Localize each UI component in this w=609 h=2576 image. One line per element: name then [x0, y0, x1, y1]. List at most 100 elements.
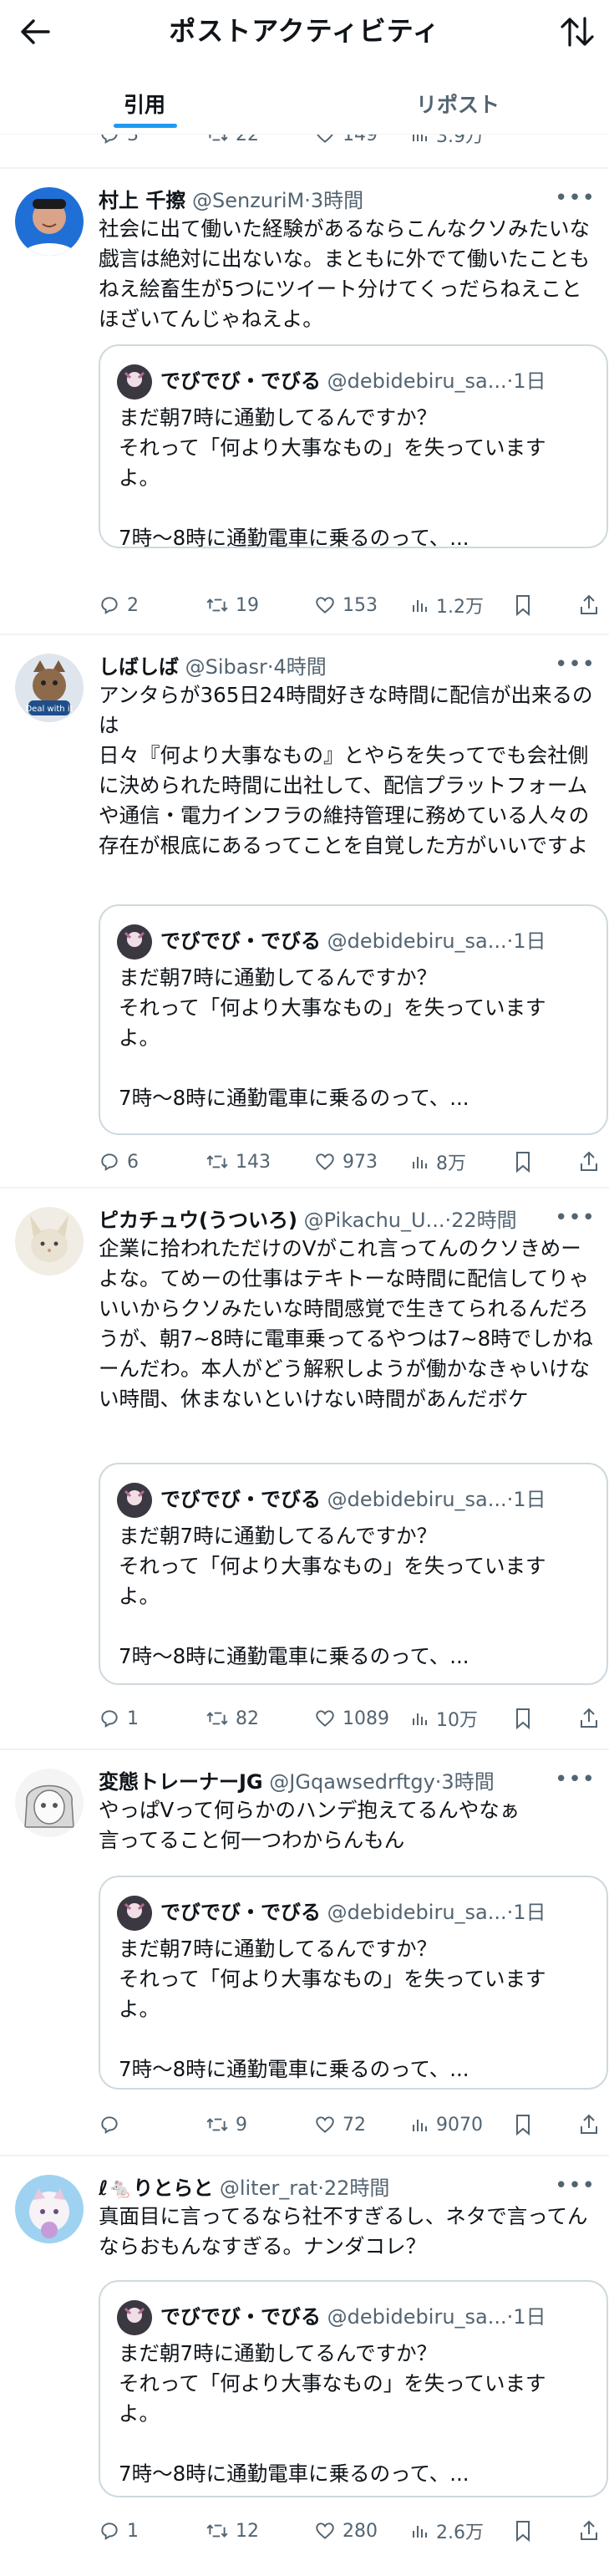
bookmark-icon[interactable]: [513, 2110, 540, 2140]
quoted-post[interactable]: でびでび・でびる @debidebiru_sa...·1日 まだ朝7時に通勤して…: [99, 1463, 608, 1685]
quote-post[interactable]: ℓ🐁りとらと @liter_rat·22時間 ••• 真面目に言ってるなら社不す…: [0, 2156, 609, 2574]
user-name[interactable]: しばしば: [99, 655, 179, 679]
share-icon[interactable]: [578, 1147, 606, 1177]
repost-button[interactable]: 12: [206, 2516, 259, 2546]
avatar[interactable]: [15, 2175, 84, 2243]
like-count: 153: [343, 594, 378, 616]
action-bar: 1 82 1089 10万: [99, 1703, 600, 1733]
more-options-icon[interactable]: •••: [555, 186, 596, 211]
like-button[interactable]: 280: [314, 2516, 378, 2546]
quoted-avatar: [117, 1483, 152, 1518]
like-button[interactable]: 149: [314, 135, 378, 150]
quoted-post[interactable]: でびでび・でびる @debidebiru_sa...·1日 まだ朝7時に通勤して…: [99, 904, 608, 1135]
quoted-user-handle: @debidebiru_sa...: [327, 1901, 507, 1924]
quoted-user-name: でびでび・でびる: [160, 1488, 321, 1511]
bookmark-icon[interactable]: [513, 590, 540, 620]
repost-button[interactable]: 22: [206, 135, 259, 150]
user-name[interactable]: ピカチュウ(うついろ): [99, 1209, 297, 1232]
quoted-user-name: でびでび・でびる: [160, 2305, 321, 2329]
quoted-avatar: [117, 2300, 152, 2335]
quoted-user-handle: @debidebiru_sa...: [327, 929, 507, 953]
post-header: ピカチュウ(うついろ) @Pikachu_U...·22時間: [99, 1204, 592, 1234]
views-button[interactable]: 10万: [409, 1703, 478, 1733]
more-options-icon[interactable]: •••: [555, 1767, 596, 1792]
user-handle[interactable]: @Sibasr: [185, 655, 267, 679]
reply-button[interactable]: 1: [99, 2516, 139, 2546]
quoted-header: でびでび・でびる @debidebiru_sa...·1日: [160, 2300, 593, 2329]
view-count: 8万: [436, 1153, 466, 1174]
user-handle[interactable]: @Pikachu_U...: [304, 1209, 445, 1232]
like-button[interactable]: 973: [314, 1147, 378, 1177]
tab-reposts[interactable]: リポスト: [416, 89, 500, 119]
user-name[interactable]: ℓ🐁りとらと: [99, 2176, 213, 2200]
views-button[interactable]: 3.9万: [409, 135, 484, 150]
quoted-post[interactable]: でびでび・でびる @debidebiru_sa...·1日 まだ朝7時に通勤して…: [99, 1876, 608, 2090]
reply-button[interactable]: [99, 2110, 127, 2140]
views-button[interactable]: 2.6万: [409, 2516, 484, 2546]
views-button[interactable]: 8万: [409, 1147, 466, 1177]
share-icon[interactable]: [578, 590, 606, 620]
reply-button[interactable]: 3: [99, 135, 139, 150]
post-time[interactable]: 3時間: [441, 1770, 494, 1794]
reply-button[interactable]: 1: [99, 1703, 139, 1733]
sort-icon[interactable]: [557, 12, 597, 52]
user-handle[interactable]: @JGqawsedrftgy: [269, 1770, 435, 1794]
like-button[interactable]: 72: [314, 2110, 366, 2140]
view-count: 1.2万: [436, 597, 484, 618]
post-text: やっぱVって何らかのハンデ抱えてるんやなぁ 言ってること何一つわからんもん: [99, 1798, 520, 1852]
quote-post[interactable]: 変態トレーナーJG @JGqawsedrftgy·3時間 ••• やっぱVって何…: [0, 1750, 609, 2155]
quoted-avatar: [117, 1896, 152, 1931]
user-handle[interactable]: @SenzuriM: [192, 189, 304, 212]
quote-post[interactable]: Deal with it しばしば @Sibasr·4時間 ••• アンタらが3…: [0, 635, 609, 1187]
quoted-header: でびでび・でびる @debidebiru_sa...·1日: [160, 924, 593, 954]
quoted-post-time: 1日: [513, 2305, 546, 2329]
avatar[interactable]: Deal with it: [15, 654, 84, 722]
user-name[interactable]: 変態トレーナーJG: [99, 1770, 263, 1794]
user-name[interactable]: 村上 千擦: [99, 189, 185, 212]
bookmark-icon[interactable]: [513, 1147, 540, 1177]
avatar[interactable]: [15, 1207, 84, 1275]
bookmark-icon[interactable]: [513, 2516, 540, 2546]
tab-quotes[interactable]: 引用: [124, 89, 165, 119]
quote-post[interactable]: 村上 千擦 @SenzuriM·3時間 ••• 社会に出て働いた経験があるならこ…: [0, 169, 609, 634]
repost-button[interactable]: 143: [206, 1147, 271, 1177]
post-text: 企業に拾われただけのVがこれ言ってんのクソきめーよな。てめーの仕事はテキトーな時…: [99, 1236, 593, 1411]
post-time[interactable]: 4時間: [274, 655, 327, 679]
more-options-icon[interactable]: •••: [555, 1205, 596, 1230]
quoted-post-time: 1日: [513, 1488, 546, 1511]
repost-button[interactable]: 19: [206, 590, 259, 620]
quoted-post[interactable]: でびでび・でびる @debidebiru_sa...·1日 まだ朝7時に通勤して…: [99, 2280, 608, 2497]
views-button[interactable]: 1.2万: [409, 590, 484, 620]
action-bar: 2 19 153 1.2万: [99, 590, 600, 620]
more-options-icon[interactable]: •••: [555, 652, 596, 677]
more-options-icon[interactable]: •••: [555, 2173, 596, 2198]
share-icon[interactable]: [578, 2516, 606, 2546]
quoted-post[interactable]: でびでび・でびる @debidebiru_sa...·1日 まだ朝7時に通勤して…: [99, 344, 608, 550]
like-button[interactable]: 153: [314, 590, 378, 620]
quoted-post-time: 1日: [513, 929, 546, 953]
avatar[interactable]: [15, 1769, 84, 1837]
share-icon[interactable]: [578, 2110, 606, 2140]
avatar[interactable]: [15, 187, 84, 256]
repost-button[interactable]: 82: [206, 1703, 259, 1733]
post-time[interactable]: 3時間: [311, 189, 363, 212]
like-button[interactable]: 1089: [314, 1703, 389, 1733]
quoted-user-name: でびでび・でびる: [160, 369, 321, 393]
post-time[interactable]: 22時間: [324, 2176, 390, 2200]
user-handle[interactable]: @liter_rat: [220, 2176, 317, 2200]
quoted-user-name: でびでび・でびる: [160, 929, 321, 953]
repost-count: 12: [236, 2520, 259, 2542]
post-time[interactable]: 22時間: [451, 1209, 517, 1232]
reply-button[interactable]: 2: [99, 590, 139, 620]
bookmark-icon[interactable]: [513, 1703, 540, 1733]
quoted-header: でびでび・でびる @debidebiru_sa...·1日: [160, 1483, 593, 1512]
quote-post[interactable]: ピカチュウ(うついろ) @Pikachu_U...·22時間 ••• 企業に拾わ…: [0, 1189, 609, 1749]
repost-button[interactable]: 9: [206, 2110, 247, 2140]
reply-button[interactable]: 6: [99, 1147, 139, 1177]
page-title: ポストアクティビティ: [169, 15, 440, 47]
quoted-text: まだ朝7時に通勤してるんですか？ それって「何より大事なもの」を失っています よ…: [119, 1524, 546, 1668]
share-icon[interactable]: [578, 1703, 606, 1733]
post-text: アンタらが365日24時間好きな時間に配信が出来るのは 日々『何より大事なもの』…: [99, 683, 593, 858]
views-button[interactable]: 9070: [409, 2110, 483, 2140]
previous-post-actions: 3 22 149 3.9万: [0, 135, 609, 151]
